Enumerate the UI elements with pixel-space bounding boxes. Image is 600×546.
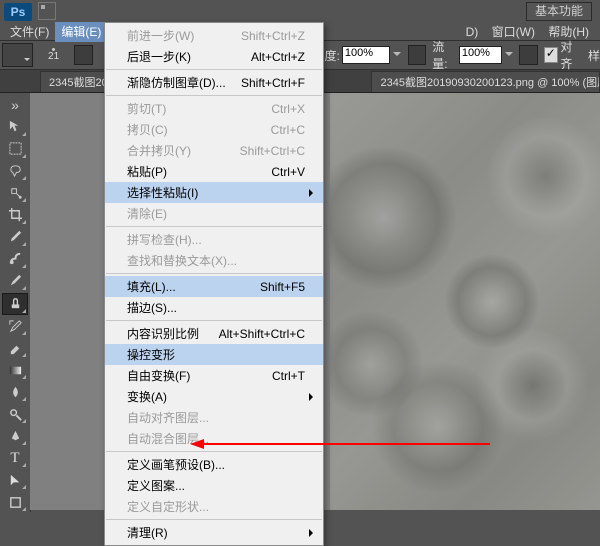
- aligned-field[interactable]: 对齐: [544, 38, 582, 72]
- opacity-input[interactable]: 100%: [342, 46, 390, 64]
- menu-item-content-aware[interactable]: 内容识别比例Alt+Shift+Ctrl+C: [105, 323, 323, 344]
- menu-separator: [106, 273, 322, 274]
- menu-item-auto-blend: 自动混合图层...: [105, 428, 323, 449]
- workspace-picker-icon[interactable]: [38, 2, 56, 20]
- lasso-tool[interactable]: [3, 161, 27, 181]
- pen-tool[interactable]: [3, 426, 27, 446]
- menu-item-cut: 剪切(T)Ctrl+X: [105, 98, 323, 119]
- opacity-label: 度:: [325, 47, 340, 64]
- document-tab-title: 2345截图20: [49, 74, 108, 90]
- brush-tool[interactable]: [3, 271, 27, 291]
- menu-item-fill[interactable]: 填充(L)...Shift+F5: [105, 276, 323, 297]
- app-logo: Ps: [4, 3, 32, 21]
- airbrush-icon[interactable]: [519, 45, 537, 65]
- path-select-tool[interactable]: [3, 470, 27, 490]
- app-titlebar: Ps 基本功能: [0, 0, 600, 22]
- flow-input[interactable]: 100%: [459, 46, 503, 64]
- menu-item-fade[interactable]: 渐隐仿制图章(D)...Shift+Ctrl+F: [105, 72, 323, 93]
- history-brush-tool[interactable]: [3, 317, 27, 337]
- menu-separator: [106, 320, 322, 321]
- edit-menu-dropdown: 前进一步(W)Shift+Ctrl+Z 后退一步(K)Alt+Ctrl+Z 渐隐…: [104, 22, 324, 546]
- blur-tool[interactable]: [3, 382, 27, 402]
- chevron-down-icon[interactable]: [504, 47, 513, 63]
- menu-item-clear: 清除(E): [105, 203, 323, 224]
- document-tab[interactable]: 2345截图20: [40, 71, 109, 92]
- menu-item-define-pattern[interactable]: 定义图案...: [105, 475, 323, 496]
- sample-label: 样: [588, 47, 600, 64]
- menu-item-copy: 拷贝(C)Ctrl+C: [105, 119, 323, 140]
- menu-item-define-brush[interactable]: 定义画笔预设(B)...: [105, 454, 323, 475]
- menubar-right-items: D) 窗口(W) 帮助(H): [461, 23, 600, 40]
- canvas-image: [330, 93, 600, 510]
- tools-panel: » T: [0, 93, 31, 512]
- move-tool[interactable]: [3, 117, 27, 137]
- crop-tool[interactable]: [3, 205, 27, 225]
- shape-tool[interactable]: [3, 492, 27, 512]
- menu-separator: [106, 95, 322, 96]
- menu-item-puppet-warp[interactable]: 操控变形: [105, 344, 323, 365]
- brush-preview[interactable]: 21: [39, 43, 68, 67]
- menu-separator: [106, 69, 322, 70]
- menu-item-free-transform[interactable]: 自由变换(F)Ctrl+T: [105, 365, 323, 386]
- brush-panel-icon[interactable]: [74, 45, 92, 65]
- menu-item-auto-align: 自动对齐图层...: [105, 407, 323, 428]
- pressure-opacity-icon[interactable]: [408, 45, 426, 65]
- menu-separator: [106, 451, 322, 452]
- brush-size-label: 21: [48, 51, 59, 62]
- healing-brush-tool[interactable]: [3, 249, 27, 269]
- menu-item-spell: 拼写检查(H)...: [105, 229, 323, 250]
- menu-separator: [106, 226, 322, 227]
- document-tab-title: 2345截图20190930200123.png @ 100% (图层: [380, 74, 600, 90]
- marquee-tool[interactable]: [3, 139, 27, 159]
- menu-separator: [106, 519, 322, 520]
- menu-edit[interactable]: 编辑(E): [55, 21, 107, 42]
- opacity-field: 度: 100%: [325, 46, 402, 64]
- menu-item-paste-special[interactable]: 选择性粘贴(I): [105, 182, 323, 203]
- gradient-tool[interactable]: [3, 360, 27, 380]
- aligned-label: 对齐: [560, 38, 582, 72]
- quick-select-tool[interactable]: [3, 183, 27, 203]
- eyedropper-tool[interactable]: [3, 227, 27, 247]
- menu-item-paste[interactable]: 粘贴(P)Ctrl+V: [105, 161, 323, 182]
- menu-item-stroke[interactable]: 描边(S)...: [105, 297, 323, 318]
- menu-file[interactable]: 文件(F): [4, 21, 55, 42]
- type-tool[interactable]: T: [3, 448, 27, 468]
- menu-item-step-forward: 前进一步(W)Shift+Ctrl+Z: [105, 25, 323, 46]
- dodge-tool[interactable]: [3, 404, 27, 424]
- menu-item-purge[interactable]: 清理(R): [105, 522, 323, 543]
- flow-label: 流量:: [432, 38, 457, 72]
- flow-field: 流量: 100%: [432, 38, 513, 72]
- menu-item-transform[interactable]: 变换(A): [105, 386, 323, 407]
- clone-stamp-tool[interactable]: [2, 293, 28, 315]
- workspace-basic-button[interactable]: 基本功能: [526, 2, 592, 21]
- expand-tools-icon[interactable]: »: [3, 95, 27, 115]
- document-tab[interactable]: 2345截图20190930200123.png @ 100% (图层 ×: [371, 71, 600, 92]
- menu-item-copy-merged: 合并拷贝(Y)Shift+Ctrl+C: [105, 140, 323, 161]
- chevron-down-icon[interactable]: [392, 47, 402, 63]
- menu-item-step-backward[interactable]: 后退一步(K)Alt+Ctrl+Z: [105, 46, 323, 67]
- menu-item-find-replace: 查找和替换文本(X)...: [105, 250, 323, 271]
- aligned-checkbox[interactable]: [544, 47, 559, 63]
- eraser-tool[interactable]: [3, 338, 27, 358]
- tool-preset-picker[interactable]: [2, 43, 33, 67]
